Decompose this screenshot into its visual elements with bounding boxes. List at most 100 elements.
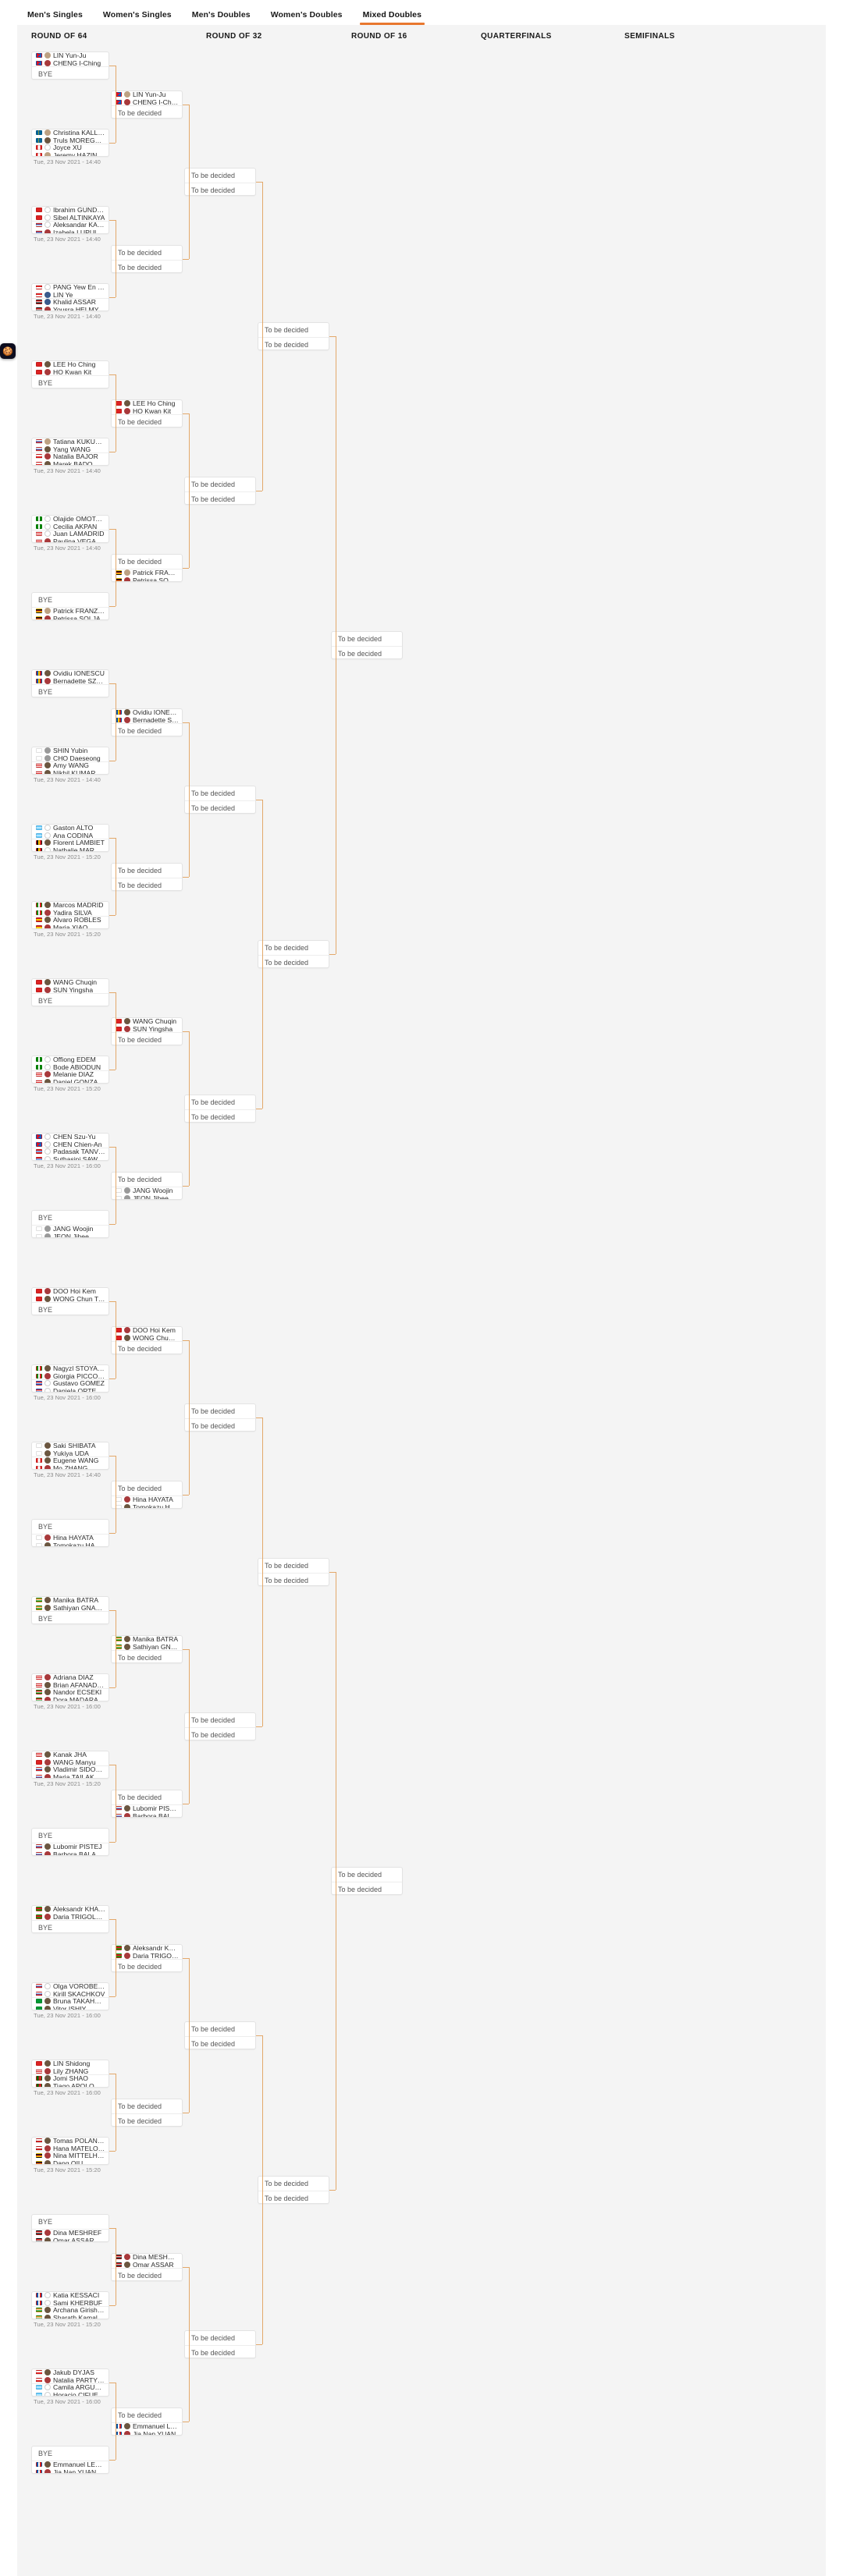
match-card[interactable]: Olga VOROBEVA Kirill SKACHKOV Bruna TAKAHA… xyxy=(31,1982,109,2010)
match-side-bottom[interactable]: BYE xyxy=(32,994,108,1006)
match-side-bottom[interactable]: Gustavo GOMEZ Daniela ORTEGA xyxy=(32,1379,108,1392)
match-side-bottom[interactable]: Camila ARGUELLESHoracio CIFUENTES xyxy=(32,2383,108,2396)
match-side-bottom[interactable]: Aleksandar KARAKASEVICIzabela LUPULESKU xyxy=(32,221,108,233)
match-side-bottom[interactable]: Florent LAMBIETNathalie MARCHETTI xyxy=(32,839,108,851)
match-side-top[interactable]: To be decided xyxy=(332,632,402,646)
match-side-bottom[interactable]: To be decided xyxy=(258,2191,329,2203)
match-card[interactable]: To be decided To be decided xyxy=(111,2098,183,2127)
match-side-top[interactable]: BYE xyxy=(32,2446,108,2461)
match-side-top[interactable]: Olga VOROBEVA Kirill SKACHKOV xyxy=(32,1983,108,1998)
match-side-bottom[interactable]: To be decided xyxy=(185,492,255,504)
match-card[interactable]: Nagyzl STOYANOVGiorgia PICCOLINGustavo G… xyxy=(31,1364,109,1393)
match-side-bottom[interactable]: Natalia BAJOR Marek BADOWSKI xyxy=(32,452,108,465)
match-side-top[interactable]: CHEN Szu-Yu CHEN Chien-An xyxy=(32,1134,108,1148)
match-side-bottom[interactable]: Hina HAYATATomokazu HARIMOTO xyxy=(112,1496,182,1508)
match-side-bottom[interactable]: BYE xyxy=(32,1612,108,1623)
match-side-top[interactable]: Manika BATRASathiyan GNANASEKARAN xyxy=(112,1635,182,1651)
match-side-bottom[interactable]: To be decided xyxy=(185,2346,255,2358)
match-side-bottom[interactable]: Hina HAYATATomokazu HARIMOTO xyxy=(32,1534,108,1546)
match-side-top[interactable]: To be decided xyxy=(112,2408,182,2422)
tab-mixed-doubles[interactable]: Mixed Doubles xyxy=(353,10,432,25)
match-side-top[interactable]: DOO Hoi KemWONG Chun Ting xyxy=(112,1326,182,1342)
match-card[interactable]: To be decided Emmanuel LEBESSONJia Nan YU… xyxy=(111,2407,183,2436)
match-card[interactable]: Jakub DYJASNatalia PARTYKACamila ARGUELL… xyxy=(31,2368,109,2397)
match-card[interactable]: BYE JANG Woojin JEON Jihee xyxy=(31,1210,109,1238)
match-card[interactable]: LEE Ho Ching HO Kwan Kit BYE xyxy=(31,360,109,389)
match-side-top[interactable]: SHIN Yubin CHO Daeseong xyxy=(32,747,108,762)
match-side-top[interactable]: Tomas POLANSKY Hana MATELOVA xyxy=(32,2138,108,2152)
match-side-top[interactable]: To be decided xyxy=(112,246,182,260)
match-card[interactable]: SHIN Yubin CHO Daeseong Amy WANG Nikhil KUM… xyxy=(31,747,109,775)
match-side-bottom[interactable]: Lubomir PISTEJBarbora BALAZOVA xyxy=(112,1804,182,1817)
match-side-bottom[interactable]: Lubomir PISTEJBarbora BALAZOVA xyxy=(32,1843,108,1855)
match-card[interactable]: WANG Chuqin SUN Yingsha BYE xyxy=(31,978,109,1006)
match-side-bottom[interactable]: BYE xyxy=(32,1303,108,1315)
match-card[interactable]: To be decided To be decided xyxy=(331,1866,403,1895)
match-side-top[interactable]: To be decided xyxy=(258,941,329,955)
match-card[interactable]: Marcos MADRID Yadira SILVA Alvaro ROBLES Ma… xyxy=(31,901,109,929)
match-side-bottom[interactable]: Melanie DIAZ Daniel GONZALEZ xyxy=(32,1070,108,1083)
match-side-bottom[interactable]: To be decided xyxy=(185,2037,255,2049)
match-side-bottom[interactable]: To be decided xyxy=(112,724,182,736)
match-side-bottom[interactable]: Nandor ECSEKI Dora MADARASZ xyxy=(32,1688,108,1701)
match-card[interactable]: To be decided To be decided xyxy=(111,862,183,891)
match-side-bottom[interactable]: Joyce XU Jeremy HAZIN xyxy=(32,144,108,156)
match-card[interactable]: To be decided To be decided xyxy=(184,1403,256,1432)
match-card[interactable]: LIN Yun-Ju CHENG I-Ching To be decided xyxy=(111,90,183,119)
match-card[interactable]: Ovidiu IONESCU Bernadette SZOCS BYE xyxy=(31,669,109,697)
match-side-bottom[interactable]: BYE xyxy=(32,1921,108,1932)
match-card[interactable]: To be decided JANG Woojin JEON Jihee xyxy=(111,1171,183,1200)
match-side-top[interactable]: To be decided xyxy=(258,2177,329,2191)
match-side-top[interactable]: BYE xyxy=(32,2215,108,2229)
match-card[interactable]: Manika BATRASathiyan GNANASEKARAN To be d… xyxy=(111,1634,183,1663)
match-card[interactable]: Tomas POLANSKY Hana MATELOVA Nina MITTELHA… xyxy=(31,2137,109,2165)
match-side-top[interactable]: Ibrahim GUNDUZ Sibel ALTINKAYA xyxy=(32,207,108,222)
match-side-top[interactable]: Aleksandr KHANINDaria TRIGOLOS xyxy=(112,1944,182,1960)
match-card[interactable]: Dina MESHREF Omar ASSAR To be decided xyxy=(111,2252,183,2281)
tab-womens-singles[interactable]: Women's Singles xyxy=(93,10,182,25)
match-side-bottom[interactable]: To be decided xyxy=(185,801,255,813)
match-card[interactable]: WANG Chuqin SUN Yingsha To be decided xyxy=(111,1017,183,1045)
match-side-bottom[interactable]: Juan LAMADRID Paulina VEGA xyxy=(32,530,108,542)
match-card[interactable]: Saki SHIBATA Yukiya UDA Eugene WANG Mo ZHAN… xyxy=(31,1442,109,1470)
match-card[interactable]: To be decided To be decided xyxy=(258,1557,329,1586)
match-side-top[interactable]: To be decided xyxy=(112,864,182,878)
match-card[interactable]: Olajide OMOTAYO Cecilia AKPAN Juan LAMADRI… xyxy=(31,515,109,543)
match-card[interactable]: Christina KALLBERGTruls MOREGARDJoyce XU… xyxy=(31,129,109,157)
match-side-bottom[interactable]: Dina MESHREF Omar ASSAR xyxy=(32,2229,108,2241)
match-side-top[interactable]: Offiong EDEM Bode ABIODUN xyxy=(32,1056,108,1071)
match-card[interactable]: Offiong EDEM Bode ABIODUN Melanie DIAZ Dani… xyxy=(31,1056,109,1084)
match-card[interactable]: DOO Hoi KemWONG Chun Ting To be decided xyxy=(111,1325,183,1354)
match-side-bottom[interactable]: To be decided xyxy=(185,183,255,195)
match-side-bottom[interactable]: To be decided xyxy=(258,956,329,967)
match-card[interactable]: To be decided To be decided xyxy=(184,2329,256,2358)
match-side-bottom[interactable]: Eugene WANG Mo ZHANG xyxy=(32,1457,108,1469)
match-side-top[interactable]: LIN Shidong Lily ZHANG xyxy=(32,2060,108,2075)
cookie-settings-button[interactable]: 🍪 xyxy=(0,343,16,359)
match-side-bottom[interactable]: Bruna TAKAHASHI Vitor ISHIY xyxy=(32,1997,108,2010)
match-card[interactable]: Aleksandr KHANIN Daria TRIGOLOS BYE xyxy=(31,1905,109,1933)
match-side-top[interactable]: To be decided xyxy=(185,477,255,491)
match-side-bottom[interactable]: To be decided xyxy=(112,261,182,272)
match-side-bottom[interactable]: To be decided xyxy=(112,415,182,427)
match-card[interactable]: To be decided To be decided xyxy=(184,2021,256,2049)
match-side-bottom[interactable]: To be decided xyxy=(332,647,402,658)
match-side-top[interactable]: DOO Hoi KemWONG Chun Ting xyxy=(32,1288,108,1303)
match-card[interactable]: Aleksandr KHANINDaria TRIGOLOS To be deci… xyxy=(111,1943,183,1972)
match-card[interactable]: To be decided To be decided xyxy=(184,1712,256,1740)
match-side-top[interactable]: To be decided xyxy=(112,555,182,569)
match-side-bottom[interactable]: To be decided xyxy=(332,1882,402,1894)
match-side-top[interactable]: LEE Ho Ching HO Kwan Kit xyxy=(32,361,108,376)
match-side-bottom[interactable]: BYE xyxy=(32,376,108,388)
match-side-bottom[interactable]: To be decided xyxy=(112,878,182,890)
match-card[interactable]: To be decided To be decided xyxy=(258,2175,329,2204)
match-card[interactable]: DOO Hoi Kem WONG Chun Ting BYE xyxy=(31,1287,109,1315)
match-side-top[interactable]: Ovidiu IONESCUBernadette SZOCS xyxy=(112,708,182,724)
match-card[interactable]: To be decided Hina HAYATATomokazu HARIMOT… xyxy=(111,1480,183,1509)
match-side-top[interactable]: BYE xyxy=(32,1520,108,1534)
match-card[interactable]: To be decided To be decided xyxy=(184,1094,256,1123)
match-side-bottom[interactable]: To be decided xyxy=(112,1033,182,1045)
match-side-bottom[interactable]: Alvaro ROBLES Maria XIAO xyxy=(32,916,108,928)
match-card[interactable]: Ovidiu IONESCUBernadette SZOCS To be deci… xyxy=(111,708,183,736)
match-side-top[interactable]: LIN Yun-Ju CHENG I-Ching xyxy=(112,90,182,106)
